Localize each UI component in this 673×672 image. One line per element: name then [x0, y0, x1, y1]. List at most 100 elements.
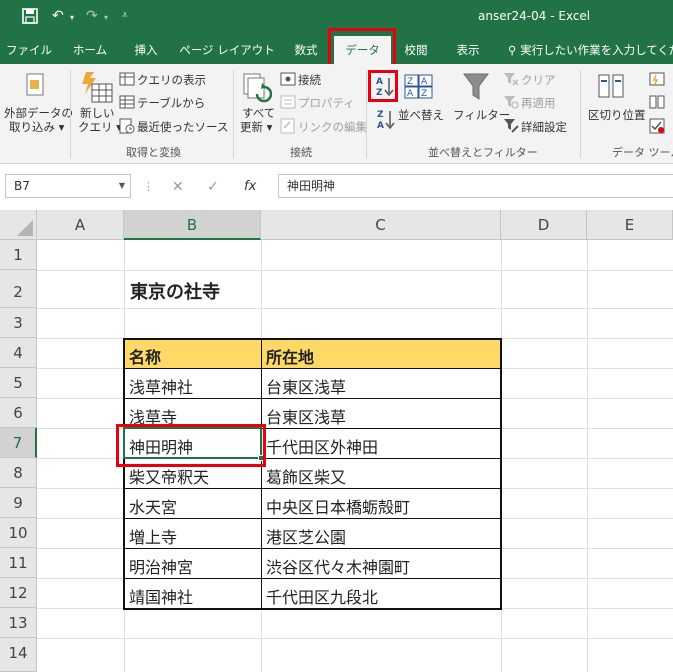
row-header-12[interactable]: 12 [0, 578, 37, 608]
sort-ascending-highlight [368, 70, 398, 102]
ribbon-separator [366, 70, 367, 158]
column-header-c[interactable]: C [261, 210, 501, 240]
group-label-sort-filter: 並べ替えとフィルター [428, 146, 538, 159]
name-box[interactable]: B7 ▼ [5, 174, 131, 198]
column-header-d[interactable]: D [501, 210, 587, 240]
table-divider [123, 518, 502, 519]
row-header-10[interactable]: 10 [0, 518, 37, 548]
redo-icon[interactable]: ↷ [86, 8, 98, 24]
filter-icon [463, 73, 489, 100]
row-header-3[interactable]: 3 [0, 308, 37, 338]
redo-dropdown-icon[interactable]: ▾ [104, 13, 108, 22]
row-header-13[interactable]: 13 [0, 608, 37, 638]
worksheet[interactable]: A B C D E 1 2 3 4 5 6 7 8 9 10 11 12 13 … [0, 210, 673, 672]
from-table-label: テーブルから [137, 96, 206, 110]
sort-label: 並べ替え [398, 108, 444, 122]
show-queries-label: クエリの表示 [137, 73, 206, 87]
row-header-7[interactable]: 7 [0, 428, 37, 458]
column-header-b[interactable]: B [124, 210, 261, 240]
reapply-icon [504, 96, 519, 109]
external-data-label-2: 取り込み ▾ [9, 120, 65, 134]
table-cell-name[interactable]: 水天宮 [124, 494, 177, 518]
recent-sources-icon [119, 118, 135, 134]
tab-formulas[interactable]: 数式 [282, 36, 330, 64]
row-header-2[interactable]: 2 [0, 270, 37, 308]
select-all-button[interactable] [0, 210, 37, 240]
table-cell-location[interactable]: 葛飾区柴又 [261, 464, 346, 488]
table-cell-location[interactable]: 台東区浅草 [261, 404, 346, 428]
table-cell-name[interactable]: 増上寺 [124, 524, 177, 548]
svg-text:A: A [421, 77, 428, 87]
table-divider [123, 488, 502, 489]
sort-dialog-icon: Z A A Z [404, 74, 433, 99]
tab-page-layout[interactable]: ページ レイアウト [176, 36, 278, 64]
row-header-14[interactable]: 14 [0, 638, 37, 672]
text-to-columns-label: 区切り位置 [588, 108, 646, 122]
row-header-6[interactable]: 6 [0, 398, 37, 428]
table-divider [123, 398, 502, 399]
undo-dropdown-icon[interactable]: ▾ [70, 13, 74, 22]
edit-links-label: リンクの編集 [298, 120, 367, 134]
flash-fill-icon[interactable] [649, 72, 665, 86]
connections-label: 接続 [298, 73, 321, 87]
gridline [587, 240, 588, 672]
insert-function-icon[interactable]: fx [244, 179, 256, 194]
table-header-name[interactable]: 名称 [124, 344, 161, 368]
data-validation-icon[interactable] [649, 118, 665, 134]
tab-review[interactable]: 校閲 [394, 36, 438, 64]
properties-icon [280, 95, 296, 109]
column-header-e[interactable]: E [587, 210, 673, 240]
row-header-1[interactable]: 1 [0, 240, 37, 270]
save-icon[interactable] [22, 8, 38, 28]
ribbon-separator [580, 70, 581, 158]
ribbon: 外部データの 取り込み ▾ 新しい クエリ ▾ クエリの表示 テーブルから 最近… [0, 64, 673, 164]
svg-text:Z: Z [421, 89, 427, 99]
new-query-icon [82, 72, 113, 103]
name-box-dropdown-icon[interactable]: ▼ [119, 175, 125, 197]
table-cell-name[interactable]: 浅草神社 [124, 374, 193, 398]
table-cell-name[interactable]: 靖国神社 [124, 584, 193, 608]
cancel-icon[interactable]: ✕ [172, 179, 184, 195]
row-header-8[interactable]: 8 [0, 458, 37, 488]
show-queries-icon [119, 72, 135, 86]
table-cell-location[interactable]: 中央区日本橋蛎殻町 [261, 494, 410, 518]
more-dots-icon: ⋮ [143, 180, 154, 193]
table-cell-location[interactable]: 千代田区外神田 [261, 434, 378, 458]
table-cell-location[interactable]: 千代田区九段北 [261, 584, 378, 608]
table-cell-name[interactable]: 柴又帝釈天 [124, 464, 209, 488]
tab-file[interactable]: ファイル [0, 36, 58, 64]
table-divider [123, 368, 502, 369]
table-cell-location[interactable]: 港区芝公園 [261, 524, 346, 548]
tab-insert[interactable]: 挿入 [122, 36, 170, 64]
table-divider [123, 578, 502, 579]
row-header-11[interactable]: 11 [0, 548, 37, 578]
data-tab-highlight [328, 28, 396, 68]
tell-me-box[interactable]: ⚲ 実行したい作業を入力してくだ [508, 36, 673, 64]
row-header-5[interactable]: 5 [0, 368, 37, 398]
table-cell-location[interactable]: 台東区浅草 [261, 374, 346, 398]
tab-home[interactable]: ホーム [62, 36, 118, 64]
svg-text:A: A [377, 121, 384, 130]
column-header-a[interactable]: A [37, 210, 124, 240]
gridline [37, 638, 673, 639]
undo-icon[interactable]: ↶ [52, 8, 64, 24]
tell-me-text: 実行したい作業を入力してくだ [520, 43, 673, 57]
table-cell-location[interactable]: 渋谷区代々木神園町 [261, 554, 410, 578]
formula-input[interactable]: 神田明神 [278, 174, 673, 198]
remove-duplicates-icon[interactable] [649, 95, 665, 109]
table-header-location[interactable]: 所在地 [261, 344, 314, 368]
table-cell-name[interactable]: 明治神宮 [124, 554, 193, 578]
row-header-4[interactable]: 4 [0, 338, 37, 368]
group-label-get-transform: 取得と変換 [126, 146, 181, 159]
row-header-9[interactable]: 9 [0, 488, 37, 518]
advanced-label: 詳細設定 [521, 120, 567, 134]
new-query-label-2: クエリ ▾ [78, 120, 122, 134]
sheet-title[interactable]: 東京の社寺 [125, 278, 220, 304]
tab-view[interactable]: 表示 [446, 36, 490, 64]
ribbon-separator [70, 70, 71, 158]
customize-qat-icon[interactable]: ⩡ [122, 10, 128, 21]
advanced-filter-icon [504, 119, 519, 133]
ribbon-separator [233, 70, 234, 158]
enter-icon[interactable]: ✓ [207, 179, 219, 195]
new-query-label-1: 新しい [80, 106, 115, 120]
